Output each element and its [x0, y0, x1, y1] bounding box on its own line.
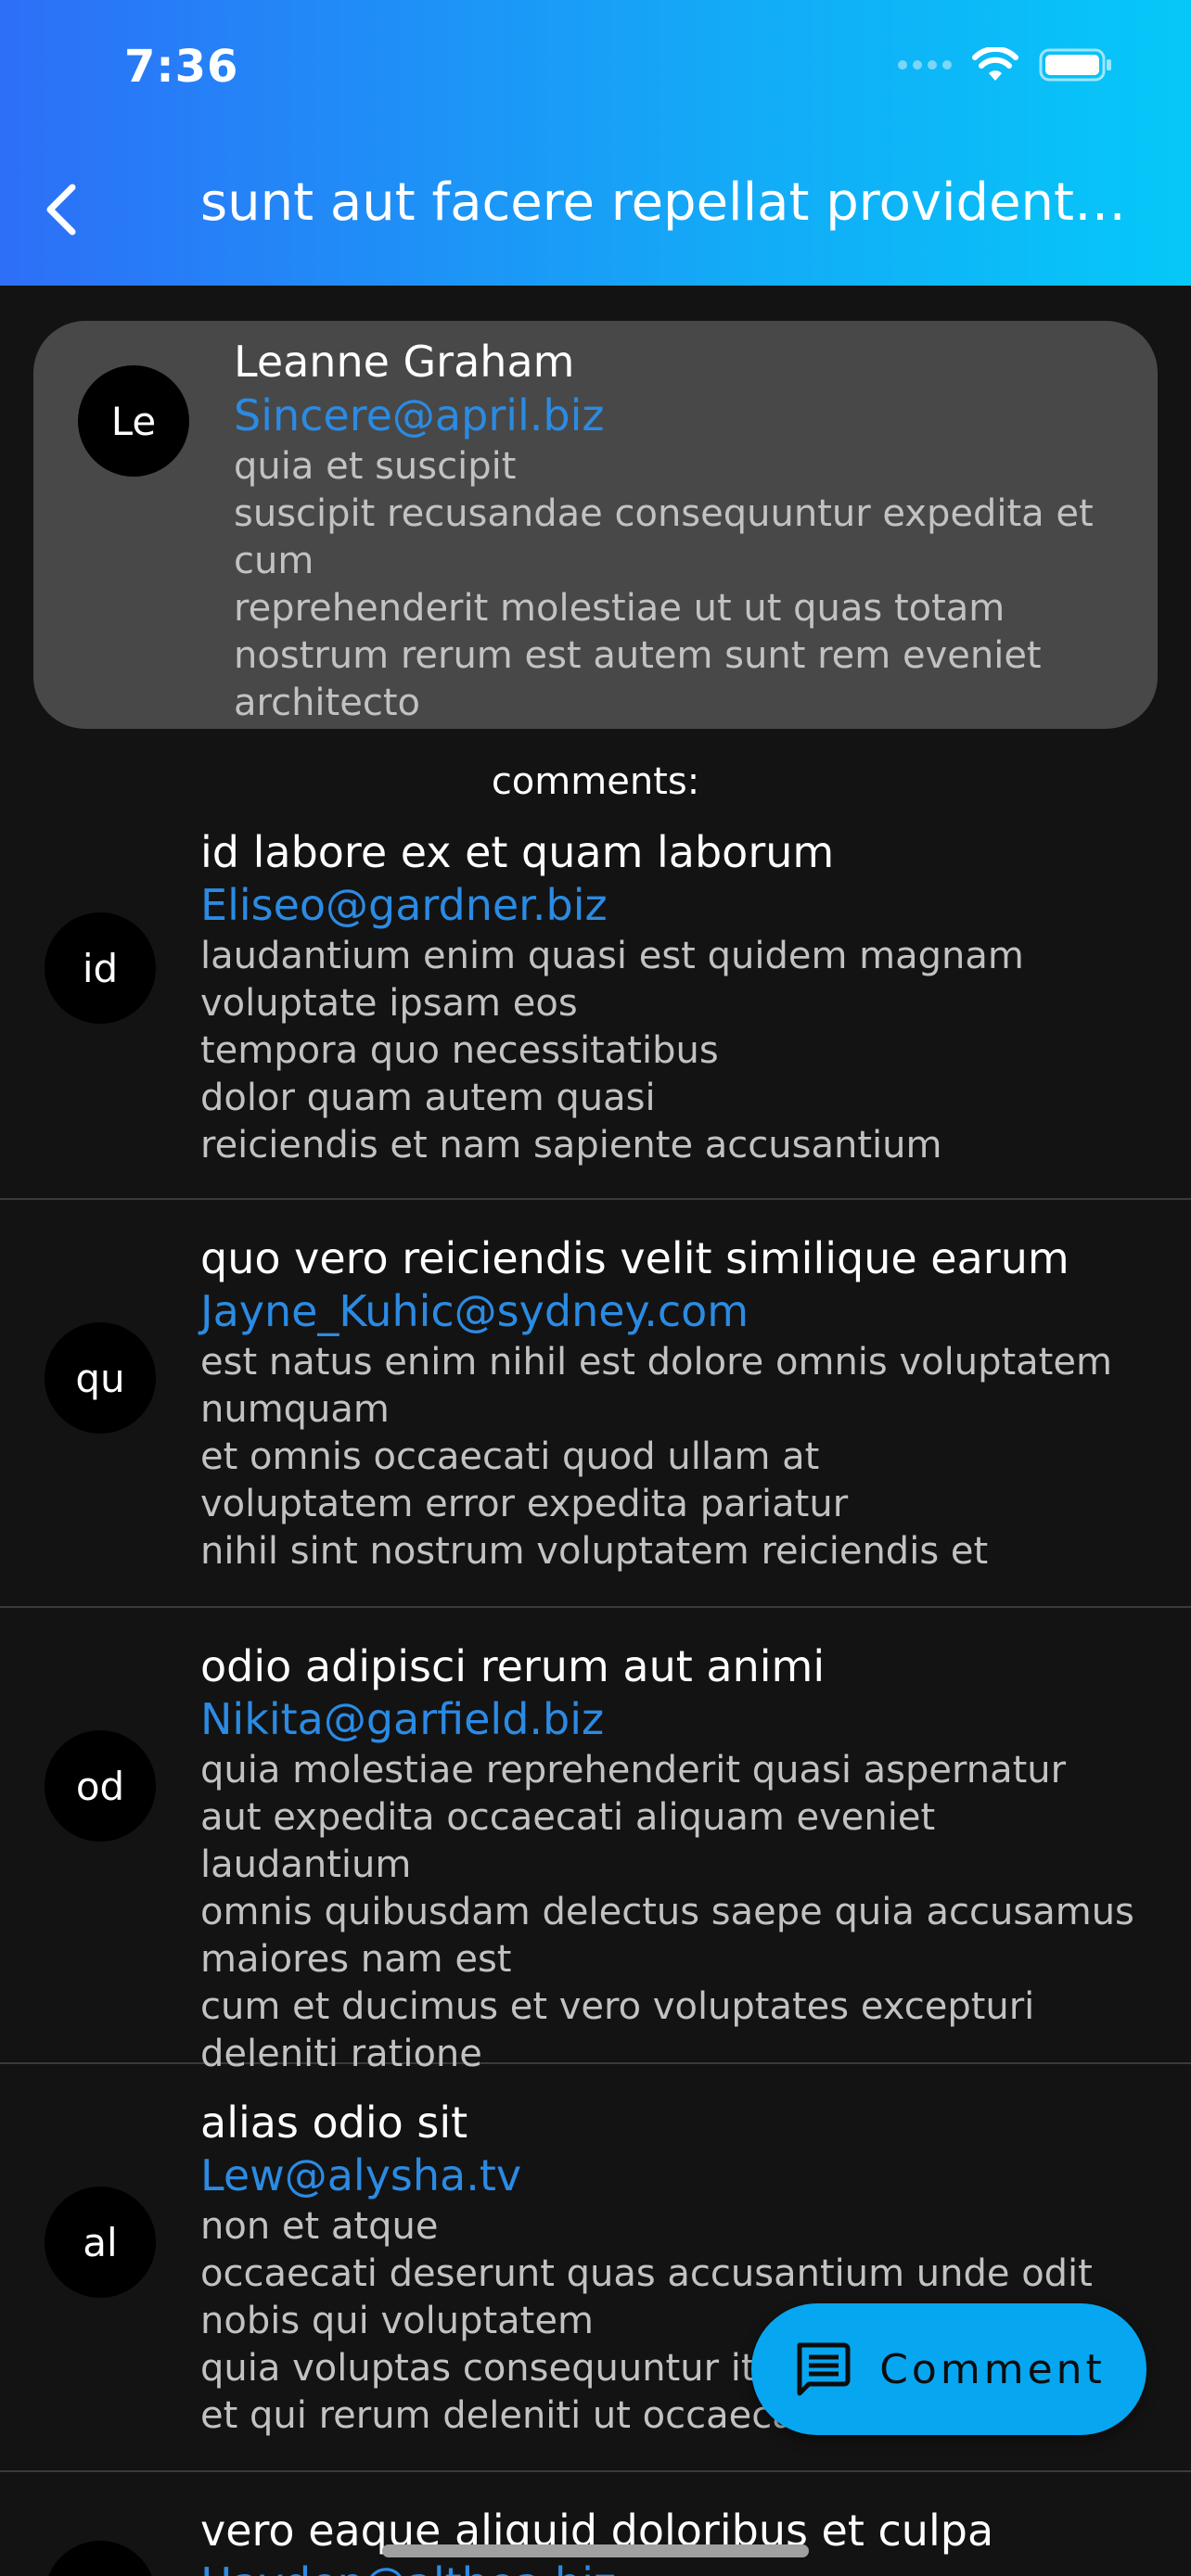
- chevron-left-icon: [46, 184, 76, 236]
- comment-email[interactable]: Lew@alysha.tv: [200, 2149, 1156, 2201]
- comment-email[interactable]: Hayden@althea.biz: [200, 2557, 1156, 2576]
- back-button[interactable]: [33, 172, 89, 247]
- post-author-name: Leanne Graham: [234, 337, 575, 387]
- comment-body: est natus enim nihil est dolore omnis vo…: [200, 1341, 1112, 1573]
- battery-icon: [1039, 48, 1111, 82]
- status-icons: [898, 46, 1113, 83]
- comment-content: vero eaque aliquid doloribus et culpa Ha…: [200, 2504, 1156, 2576]
- comment-title: odio adipisci rerum aut animi: [200, 1641, 826, 1691]
- avatar: id: [45, 912, 156, 1024]
- comment-email[interactable]: Jayne_Kuhic@sydney.com: [200, 1285, 1156, 1337]
- post-content: Leanne Graham Sincere@april.biz quia et …: [234, 334, 1124, 727]
- comment-fab-label: Comment: [879, 2345, 1106, 2393]
- comment-content: quo vero reiciendis velit similique earu…: [200, 1231, 1156, 1575]
- comment-item: qu quo vero reiciendis velit similique e…: [0, 1200, 1191, 1608]
- post-body: quia et suscipit suscipit recusandae con…: [234, 445, 1094, 724]
- comment-title: alias odio sit: [200, 2098, 468, 2148]
- avatar: vo: [45, 2541, 156, 2576]
- comment-item: vo vero eaque aliquid doloribus et culpa…: [0, 2472, 1191, 2576]
- comment-item: od odio adipisci rerum aut animi Nikita@…: [0, 1608, 1191, 2075]
- screen: 7:36 sunt aut facere repellat provident……: [0, 0, 1191, 2576]
- status-time: 7:36: [124, 41, 239, 93]
- comment-title: id labore ex et quam laborum: [200, 827, 835, 877]
- comment-fab-button[interactable]: Comment: [751, 2303, 1146, 2435]
- comment-item: id id labore ex et quam laborum Eliseo@g…: [0, 814, 1191, 1200]
- comments-heading: comments:: [491, 760, 700, 803]
- comment-body: laudantium enim quasi est quidem magnam …: [200, 935, 1024, 1167]
- comment-content: id labore ex et quam laborum Eliseo@gard…: [200, 825, 1156, 1169]
- cellular-signal-icon: [898, 60, 952, 70]
- avatar: Le: [78, 365, 189, 477]
- post-card: Le Leanne Graham Sincere@april.biz quia …: [33, 321, 1158, 729]
- post-author-email[interactable]: Sincere@april.biz: [234, 389, 1124, 441]
- comment-email[interactable]: Eliseo@gardner.biz: [200, 879, 1156, 931]
- avatar: od: [45, 1730, 156, 1842]
- app-header: 7:36 sunt aut facere repellat provident…: [0, 0, 1191, 286]
- home-indicator[interactable]: [382, 2544, 809, 2557]
- page-title: sunt aut facere repellat provident…: [200, 172, 1126, 233]
- avatar: qu: [45, 1322, 156, 1434]
- wifi-icon: [972, 47, 1018, 81]
- avatar: al: [45, 2187, 156, 2298]
- comment-content: odio adipisci rerum aut animi Nikita@gar…: [200, 1639, 1156, 2078]
- comment-body: quia molestiae reprehenderit quasi asper…: [200, 1749, 1134, 2075]
- comment-icon: [797, 2342, 851, 2396]
- comment-title: quo vero reiciendis velit similique earu…: [200, 1233, 1069, 1283]
- comment-email[interactable]: Nikita@garfield.biz: [200, 1693, 1156, 1745]
